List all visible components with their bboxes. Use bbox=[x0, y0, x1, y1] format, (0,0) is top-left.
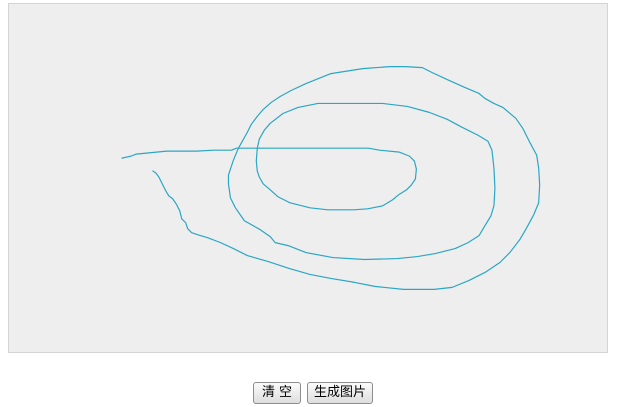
button-bar: 清空 生成图片 bbox=[0, 382, 626, 404]
clear-button[interactable]: 清空 bbox=[252, 382, 301, 404]
drawing-page: 清空 生成图片 bbox=[0, 0, 626, 407]
freehand-stroke bbox=[121, 66, 541, 290]
canvas-surface[interactable] bbox=[9, 4, 607, 352]
generate-image-button[interactable]: 生成图片 bbox=[307, 382, 374, 404]
drawing-canvas[interactable] bbox=[8, 3, 608, 353]
